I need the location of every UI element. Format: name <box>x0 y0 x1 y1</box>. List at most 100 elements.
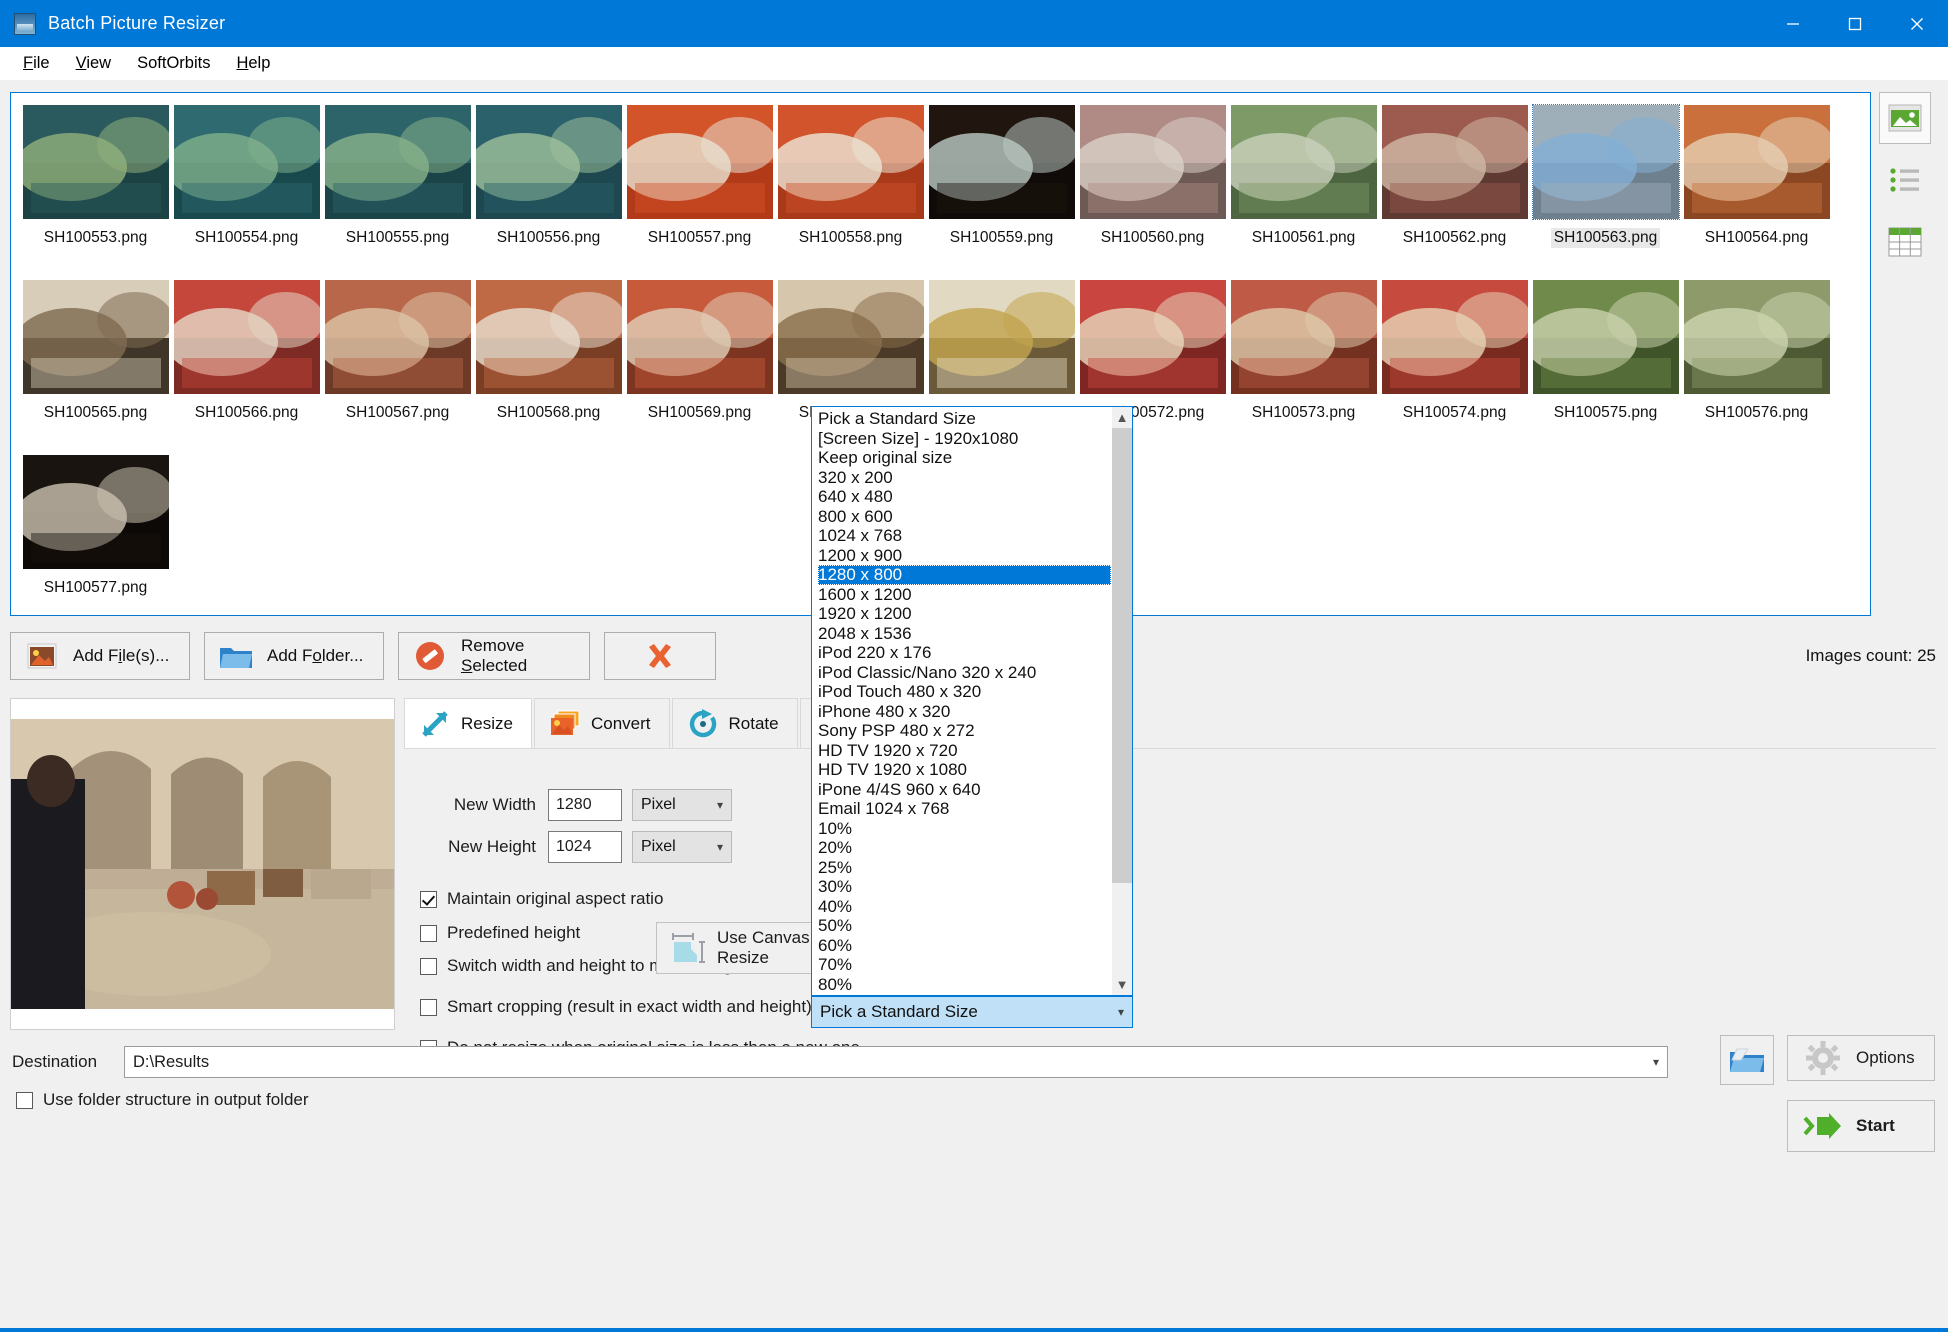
thumbnail-item[interactable]: SH100554.png <box>171 102 322 277</box>
standard-size-dropdown-list[interactable]: Pick a Standard Size [Screen Size] - 1920… <box>811 406 1133 996</box>
menu-bar: FFileile View SoftOrbits Help <box>0 47 1948 80</box>
list-view-icon[interactable] <box>1879 154 1931 206</box>
thumbnail-label: SH100558.png <box>798 229 903 246</box>
menu-item-help[interactable]: Help <box>225 50 281 77</box>
dropdown-option[interactable]: 70% <box>818 955 1111 975</box>
scroll-down-icon[interactable]: ▼ <box>1112 974 1132 995</box>
dropdown-option[interactable]: 10% <box>818 819 1111 839</box>
dropdown-option[interactable]: 1920 x 1200 <box>818 604 1111 624</box>
thumbnail-item[interactable]: SH100562.png <box>1379 102 1530 277</box>
details-view-icon[interactable] <box>1879 216 1931 268</box>
thumbnail-item[interactable]: SH100555.png <box>322 102 473 277</box>
thumbnail-image <box>475 280 622 394</box>
dropdown-option[interactable]: 1600 x 1200 <box>818 585 1111 605</box>
menu-item-softorbits[interactable]: SoftOrbits <box>126 50 221 77</box>
dropdown-option[interactable]: iPone 4/4S 960 x 640 <box>818 780 1111 800</box>
thumbnail-image <box>1230 105 1377 219</box>
thumbnail-item[interactable]: SH100563.png <box>1530 102 1681 277</box>
thumbnail-item[interactable]: SH100558.png <box>775 102 926 277</box>
browse-folder-button[interactable] <box>1720 1035 1774 1085</box>
dropdown-option[interactable]: 2048 x 1536 <box>818 624 1111 644</box>
dropdown-option[interactable]: Keep original size <box>818 448 1111 468</box>
thumbnail-item[interactable]: SH100556.png <box>473 102 624 277</box>
new-height-unit-value: Pixel <box>641 838 676 855</box>
maximize-icon[interactable] <box>1824 0 1886 47</box>
dropdown-option[interactable]: [Screen Size] - 1920x1080 <box>818 429 1111 449</box>
scroll-up-icon[interactable]: ▲ <box>1112 407 1132 428</box>
thumbnail-image <box>22 280 169 394</box>
thumbnail-item[interactable]: SH100564.png <box>1681 102 1832 277</box>
thumbnail-label: SH100569.png <box>647 404 752 421</box>
thumbnail-item[interactable]: SH100576.png <box>1681 277 1832 452</box>
dropdown-option[interactable]: 60% <box>818 936 1111 956</box>
dropdown-option[interactable]: 40% <box>818 897 1111 917</box>
thumbnail-label: SH100555.png <box>345 229 450 246</box>
new-width-input[interactable]: 1280 <box>548 789 622 821</box>
options-button[interactable]: Options <box>1787 1035 1935 1081</box>
thumbnail-item[interactable]: SH100574.png <box>1379 277 1530 452</box>
thumbnail-item[interactable]: SH100557.png <box>624 102 775 277</box>
new-width-unit-select[interactable]: Pixel ▾ <box>632 789 732 821</box>
clear-all-button[interactable] <box>604 632 716 680</box>
tab-rotate[interactable]: Rotate <box>671 698 798 748</box>
use-folder-structure-checkbox[interactable]: Use folder structure in output folder <box>16 1090 309 1110</box>
dropdown-option[interactable]: iPod Classic/Nano 320 x 240 <box>818 663 1111 683</box>
new-height-unit-select[interactable]: Pixel ▾ <box>632 831 732 863</box>
thumbnail-item[interactable]: SH100568.png <box>473 277 624 452</box>
destination-combobox[interactable]: D:\Results ▾ <box>124 1046 1668 1078</box>
dropdown-option[interactable]: 320 x 200 <box>818 468 1111 488</box>
dropdown-option[interactable]: 1024 x 768 <box>818 526 1111 546</box>
dropdown-option[interactable]: Sony PSP 480 x 272 <box>818 721 1111 741</box>
dropdown-option[interactable]: iPod 220 x 176 <box>818 643 1111 663</box>
thumbnail-view-icon[interactable] <box>1879 92 1931 144</box>
dropdown-scrollbar[interactable]: ▲ ▼ <box>1111 407 1132 995</box>
scrollbar-thumb[interactable] <box>1112 428 1132 883</box>
thumbnail-item[interactable]: SH100561.png <box>1228 102 1379 277</box>
tab-resize[interactable]: Resize <box>404 698 532 748</box>
add-files-button[interactable]: Add File(s)... <box>10 632 190 680</box>
add-folder-button[interactable]: Add Folder... <box>204 632 384 680</box>
remove-selected-button[interactable]: Remove Selected <box>398 632 590 680</box>
dropdown-option[interactable]: HD TV 1920 x 720 <box>818 741 1111 761</box>
thumbnail-item[interactable]: SH100565.png <box>20 277 171 452</box>
dropdown-option[interactable]: 640 x 480 <box>818 487 1111 507</box>
dropdown-option[interactable]: 1200 x 900 <box>818 546 1111 566</box>
chevron-down-icon: ▾ <box>1117 1005 1124 1019</box>
checkbox-maintain-aspect[interactable]: Maintain original aspect ratio <box>420 889 663 909</box>
thumbnail-item[interactable]: SH100575.png <box>1530 277 1681 452</box>
folder-icon <box>219 639 253 673</box>
tab-convert[interactable]: Convert <box>533 698 670 748</box>
close-icon[interactable] <box>1886 0 1948 47</box>
canvas-resize-icon <box>669 929 707 967</box>
checkbox-predefined-height[interactable]: Predefined height <box>420 923 580 943</box>
dropdown-option[interactable]: iPhone 480 x 320 <box>818 702 1111 722</box>
dropdown-option[interactable]: 25% <box>818 858 1111 878</box>
thumbnail-item[interactable]: SH100577.png <box>20 452 171 615</box>
dropdown-option[interactable]: iPod Touch 480 x 320 <box>818 682 1111 702</box>
menu-item-file[interactable]: FFileile <box>12 50 61 77</box>
start-button[interactable]: Start <box>1787 1100 1935 1152</box>
dropdown-option[interactable]: 1280 x 800 <box>818 565 1111 585</box>
dropdown-option[interactable]: Email 1024 x 768 <box>818 799 1111 819</box>
thumbnail-item[interactable]: SH100559.png <box>926 102 1077 277</box>
dropdown-option[interactable]: Pick a Standard Size <box>818 409 1111 429</box>
thumbnail-item[interactable]: SH100560.png <box>1077 102 1228 277</box>
thumbnail-item[interactable]: SH100569.png <box>624 277 775 452</box>
thumbnail-item[interactable]: SH100573.png <box>1228 277 1379 452</box>
checkbox-smart-cropping[interactable]: Smart cropping (result in exact width an… <box>420 997 812 1017</box>
thumbnail-item[interactable]: SH100553.png <box>20 102 171 277</box>
thumbnail-item[interactable]: SH100567.png <box>322 277 473 452</box>
dropdown-option[interactable]: HD TV 1920 x 1080 <box>818 760 1111 780</box>
thumbnail-item[interactable]: SH100566.png <box>171 277 322 452</box>
dropdown-option[interactable]: 800 x 600 <box>818 507 1111 527</box>
standard-size-combobox[interactable]: Pick a Standard Size ▾ <box>811 996 1133 1028</box>
dropdown-option[interactable]: 30% <box>818 877 1111 897</box>
thumbnail-image <box>1532 280 1679 394</box>
dropdown-option[interactable]: 20% <box>818 838 1111 858</box>
new-height-input[interactable]: 1024 <box>548 831 622 863</box>
menu-item-view[interactable]: View <box>65 50 122 77</box>
dropdown-option[interactable]: 50% <box>818 916 1111 936</box>
thumbnail-image <box>324 280 471 394</box>
dropdown-option[interactable]: 80% <box>818 975 1111 995</box>
minimize-icon[interactable] <box>1762 0 1824 47</box>
